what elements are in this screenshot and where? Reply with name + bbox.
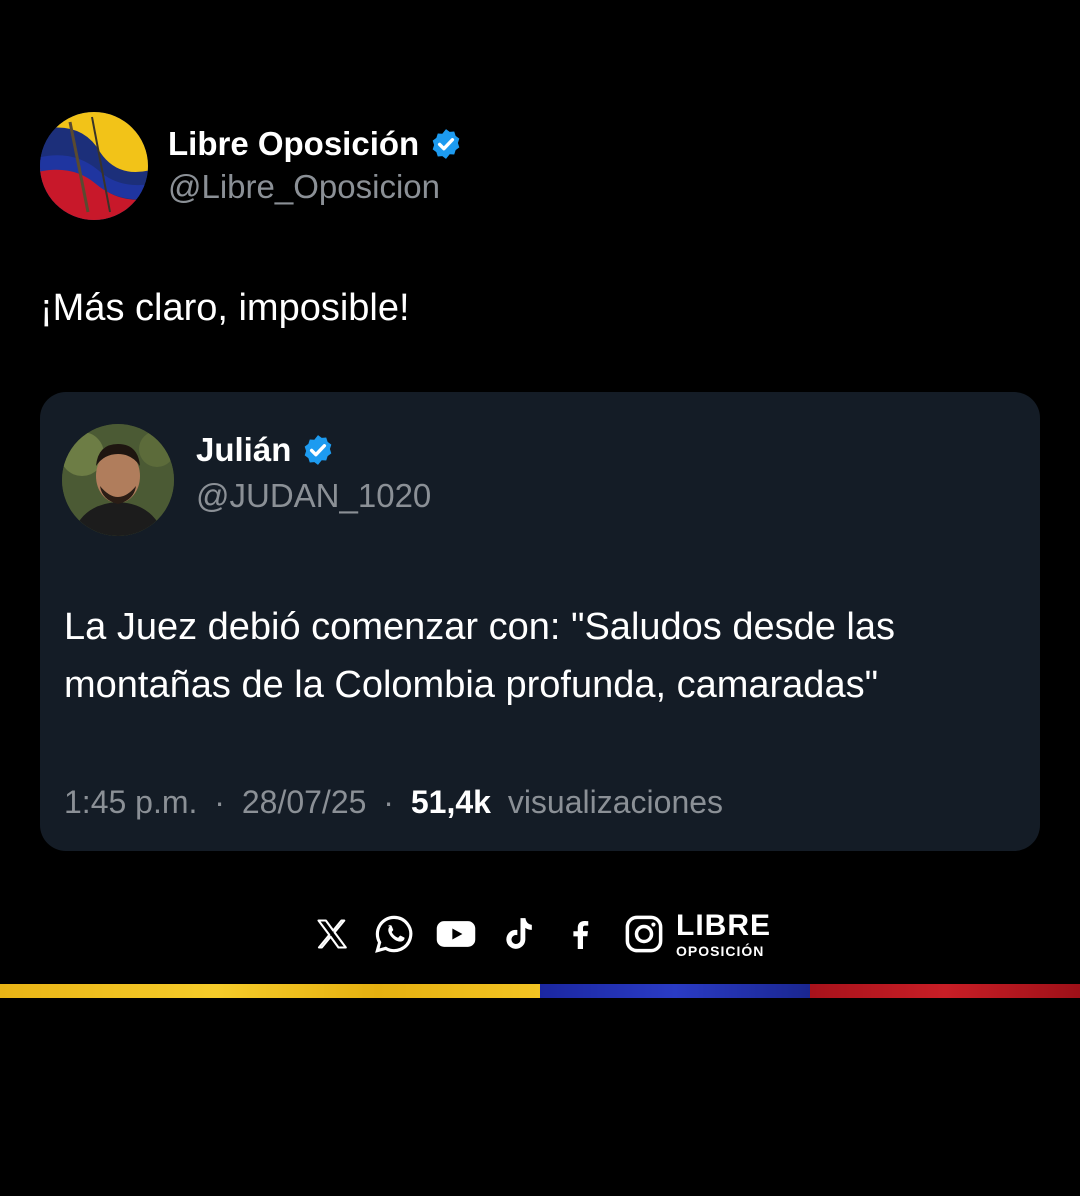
avatar[interactable] <box>40 112 148 220</box>
colombia-flag-avatar-icon <box>40 112 148 220</box>
flag-blue-stripe <box>540 984 810 998</box>
quoted-tweet-meta: 1:45 p.m. · 28/07/25 · 51,4k visualizaci… <box>64 782 723 822</box>
tweet-time[interactable]: 1:45 p.m. <box>64 784 197 820</box>
brand-line2: OPOSICIÓN <box>676 942 765 959</box>
instagram-icon[interactable] <box>622 906 666 962</box>
quoted-author-handle[interactable]: @JUDAN_1020 <box>196 476 431 516</box>
flag-yellow-stripe <box>0 984 540 998</box>
meta-separator: · <box>383 784 394 820</box>
facebook-icon[interactable] <box>560 906 600 962</box>
tiktok-icon[interactable] <box>496 906 540 962</box>
flag-red-stripe <box>810 984 1080 998</box>
youtube-icon[interactable] <box>434 906 478 962</box>
views-label: visualizaciones <box>507 784 724 820</box>
quoted-tweet-text: La Juez debió comenzar con: "Saludos des… <box>64 606 896 706</box>
quoted-author: Julián @JUDAN_1020 <box>62 424 431 536</box>
author-name[interactable]: Libre Oposición <box>168 124 419 164</box>
meta-separator: · <box>214 784 225 820</box>
verified-badge-icon <box>429 127 463 161</box>
views-count: 51,4k <box>410 784 491 820</box>
social-links-bar: LIBRE OPOSICIÓN <box>312 906 771 962</box>
brand-line1: LIBRE <box>676 908 771 942</box>
verified-badge-icon <box>301 433 335 467</box>
post-text: ¡Más claro, imposible! <box>40 287 410 329</box>
brand-logo: LIBRE OPOSICIÓN <box>676 908 771 959</box>
person-photo-avatar-icon <box>62 424 174 536</box>
quoted-author-name[interactable]: Julián <box>196 430 291 470</box>
avatar[interactable] <box>62 424 174 536</box>
whatsapp-icon[interactable] <box>372 906 416 962</box>
x-icon[interactable] <box>312 906 352 962</box>
author-handle[interactable]: @Libre_Oposicion <box>168 166 463 208</box>
post-author: Libre Oposición @Libre_Oposicion <box>40 112 463 220</box>
colombia-flag-strip <box>0 984 1080 998</box>
tweet-date[interactable]: 28/07/25 <box>242 784 367 820</box>
quoted-tweet-card[interactable]: Julián @JUDAN_1020 La Juez debió comenza… <box>40 392 1040 851</box>
